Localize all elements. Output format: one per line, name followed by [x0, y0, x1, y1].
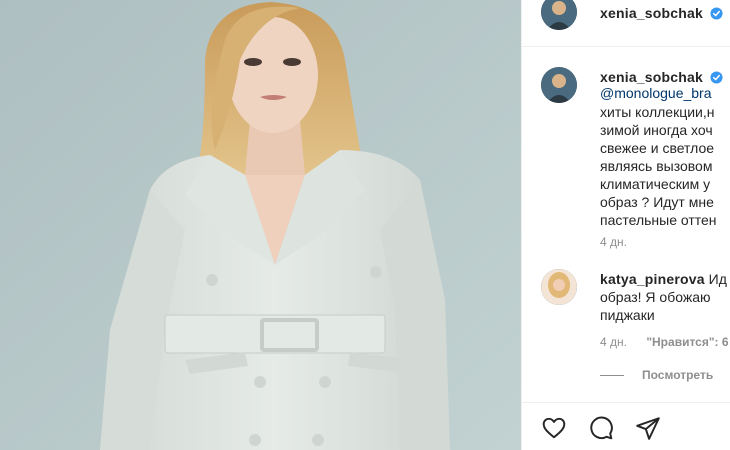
verified-badge-icon	[710, 71, 723, 84]
comment-timestamp[interactable]: 4 дн.	[600, 335, 627, 349]
caption-username[interactable]: xenia_sobchak	[600, 69, 723, 85]
replies-divider	[600, 375, 624, 377]
caption-line: свежее и светлое	[600, 140, 715, 156]
view-replies-label: Посмотреть	[642, 368, 714, 382]
verified-badge-icon	[710, 7, 723, 20]
comment-icon[interactable]	[588, 415, 614, 441]
author-avatar[interactable]	[541, 0, 577, 30]
comment-first-line: katya_pinerova Ид	[600, 270, 727, 288]
view-replies-button[interactable]: Посмотреть	[600, 368, 713, 382]
action-bar	[522, 402, 730, 450]
caption-author-avatar[interactable]	[541, 67, 577, 103]
caption-line: образ ? Идут мне	[600, 194, 714, 210]
comments-list: xenia_sobchak @monologue_bra хиты коллек…	[522, 47, 730, 402]
caption-line: пастельные оттен	[600, 212, 717, 228]
caption-line: хиты коллекции,н	[600, 104, 715, 120]
caption-mention-link[interactable]: @monologue_bra	[600, 84, 712, 102]
author-username[interactable]: xenia_sobchak	[600, 5, 723, 21]
caption-line: климатическим у	[600, 176, 711, 192]
post-photo[interactable]	[0, 0, 521, 450]
commenter-avatar[interactable]	[541, 269, 577, 305]
comment-meta: 4 дн. "Нравится": 6	[600, 335, 729, 349]
caption-line: зимой иногда хоч	[600, 122, 713, 138]
commenter-username[interactable]: katya_pinerova	[600, 271, 705, 287]
comment-text-start: Ид	[708, 271, 727, 287]
share-icon[interactable]	[635, 415, 661, 441]
post-photo-art	[0, 0, 521, 450]
comment-line: пиджаки	[600, 307, 655, 323]
comment-line: образ! Я обожаю	[600, 289, 711, 305]
post-side-panel: xenia_sobchak xenia_sobchak @monologue_b…	[521, 0, 730, 450]
post-header: xenia_sobchak	[522, 0, 730, 47]
comment-likes[interactable]: "Нравится": 6	[646, 335, 728, 349]
caption-line: являясь вызовом	[600, 158, 713, 174]
heart-icon[interactable]	[541, 415, 567, 441]
caption-timestamp[interactable]: 4 дн.	[600, 235, 627, 249]
